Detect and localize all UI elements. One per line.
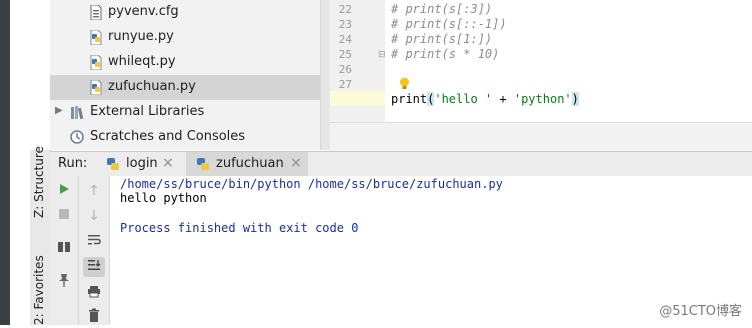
console-command-line: /home/ss/bruce/bin/python /home/ss/bruce… xyxy=(120,177,503,191)
arrow-up-icon: ↑ xyxy=(88,183,100,199)
favorites-label: 2: Favorites xyxy=(32,255,46,325)
tree-item-whileqt[interactable]: whileqt.py xyxy=(50,50,328,75)
code-editor[interactable]: # print(s[:3]) # print(s[::-1]) # print(… xyxy=(385,0,752,122)
python-icon xyxy=(197,158,209,170)
tab-label: zufuchuan xyxy=(216,156,284,171)
line-number: 24 xyxy=(338,33,352,46)
line-number: 27 xyxy=(338,78,352,91)
play-icon xyxy=(60,184,69,194)
scratches-icon xyxy=(70,130,84,144)
code-line: # print(s * 10) xyxy=(391,47,500,61)
pin-icon xyxy=(59,274,69,287)
tree-item-runyue[interactable]: runyue.py xyxy=(50,25,328,50)
project-scrollbar[interactable] xyxy=(320,0,330,150)
layout-icon xyxy=(58,242,70,252)
config-file-icon xyxy=(90,5,102,20)
code-paren-close: ) xyxy=(571,92,579,106)
rerun-button[interactable] xyxy=(53,181,75,201)
tree-item-label: runyue.py xyxy=(108,29,174,44)
python-file-icon xyxy=(90,30,102,45)
code-line: # print(s[::-1]) xyxy=(391,17,507,31)
line-number: 25 xyxy=(338,48,352,61)
expand-arrow-icon[interactable]: ▶ xyxy=(55,105,63,116)
tree-item-label: pyvenv.cfg xyxy=(108,4,179,19)
structure-label: Z: Structure xyxy=(32,146,46,218)
library-icon xyxy=(71,106,84,120)
code-line-print: print('hello ' + 'python') xyxy=(391,92,579,106)
run-tab-zufuchuan[interactable]: zufuchuan × xyxy=(186,152,308,176)
tree-item-external-libraries[interactable]: ▶ External Libraries xyxy=(50,100,328,125)
pin-button[interactable] xyxy=(53,273,75,293)
scroll-to-end-button[interactable] xyxy=(83,257,105,277)
favorites-tool-button[interactable]: 2: Favorites xyxy=(32,255,46,325)
left-edge-strip xyxy=(0,0,10,325)
console-exit-line: Process finished with exit code 0 xyxy=(120,221,359,235)
print-icon xyxy=(88,286,100,298)
close-tab-icon[interactable]: × xyxy=(162,155,174,171)
code-operator: + xyxy=(492,92,514,106)
tree-item-label: Scratches and Consoles xyxy=(90,129,246,144)
run-tab-login[interactable]: login × xyxy=(98,152,180,176)
line-number: 26 xyxy=(338,63,352,76)
python-file-icon xyxy=(90,55,102,70)
arrow-down-icon: ↓ xyxy=(88,208,100,224)
tree-item-label: External Libraries xyxy=(90,104,205,119)
soft-wrap-button[interactable] xyxy=(83,232,105,252)
tree-item-zufuchuan[interactable]: zufuchuan.py xyxy=(50,75,328,100)
stop-icon xyxy=(59,209,69,219)
project-tree: pyvenv.cfg runyue.py whileqt.py zufuchua… xyxy=(50,0,328,150)
code-line: # print(s[1:]) xyxy=(391,32,493,46)
tab-label: login xyxy=(126,156,158,171)
console-output[interactable]: /home/ss/bruce/bin/python /home/ss/bruce… xyxy=(110,176,752,325)
tree-item-label: zufuchuan.py xyxy=(108,79,196,94)
run-toolbar-secondary: ↑ ↓ xyxy=(79,176,110,325)
line-number: 23 xyxy=(338,18,352,31)
run-toolbar-primary xyxy=(50,176,79,325)
scroll-to-end-icon xyxy=(88,260,101,270)
structure-tool-button[interactable]: Z: Structure xyxy=(32,146,46,218)
editor-empty-area xyxy=(330,122,752,151)
scroll-up-button[interactable]: ↑ xyxy=(83,181,105,201)
tree-item-pyvenv[interactable]: pyvenv.cfg xyxy=(50,0,328,25)
stop-button[interactable] xyxy=(53,206,75,226)
run-window-header: Run: login × zufuchuan × xyxy=(50,151,752,177)
python-file-icon xyxy=(90,80,102,95)
lightbulb-icon[interactable] xyxy=(399,77,410,90)
tool-window-bar: Z: Structure 2: Favorites xyxy=(30,146,51,325)
code-string: 'hello ' xyxy=(434,92,493,106)
clear-all-button[interactable] xyxy=(83,308,105,328)
tree-item-scratches[interactable]: Scratches and Consoles xyxy=(50,125,328,150)
soft-wrap-icon xyxy=(88,235,101,245)
close-tab-icon[interactable]: × xyxy=(290,155,302,171)
print-button[interactable] xyxy=(83,284,105,304)
code-function: print xyxy=(391,92,428,106)
code-line: # print(s[:3]) xyxy=(391,2,493,16)
console-output-line: hello python xyxy=(120,191,207,205)
watermark: @51CTO博客 xyxy=(659,304,742,319)
run-label: Run: xyxy=(58,156,88,171)
line-number: 22 xyxy=(338,3,352,16)
layout-button[interactable] xyxy=(53,239,75,259)
tree-item-label: whileqt.py xyxy=(108,54,176,69)
code-string: 'python' xyxy=(513,92,572,106)
trash-icon xyxy=(89,308,99,322)
scroll-down-button[interactable]: ↓ xyxy=(83,206,105,226)
python-icon xyxy=(107,158,119,170)
